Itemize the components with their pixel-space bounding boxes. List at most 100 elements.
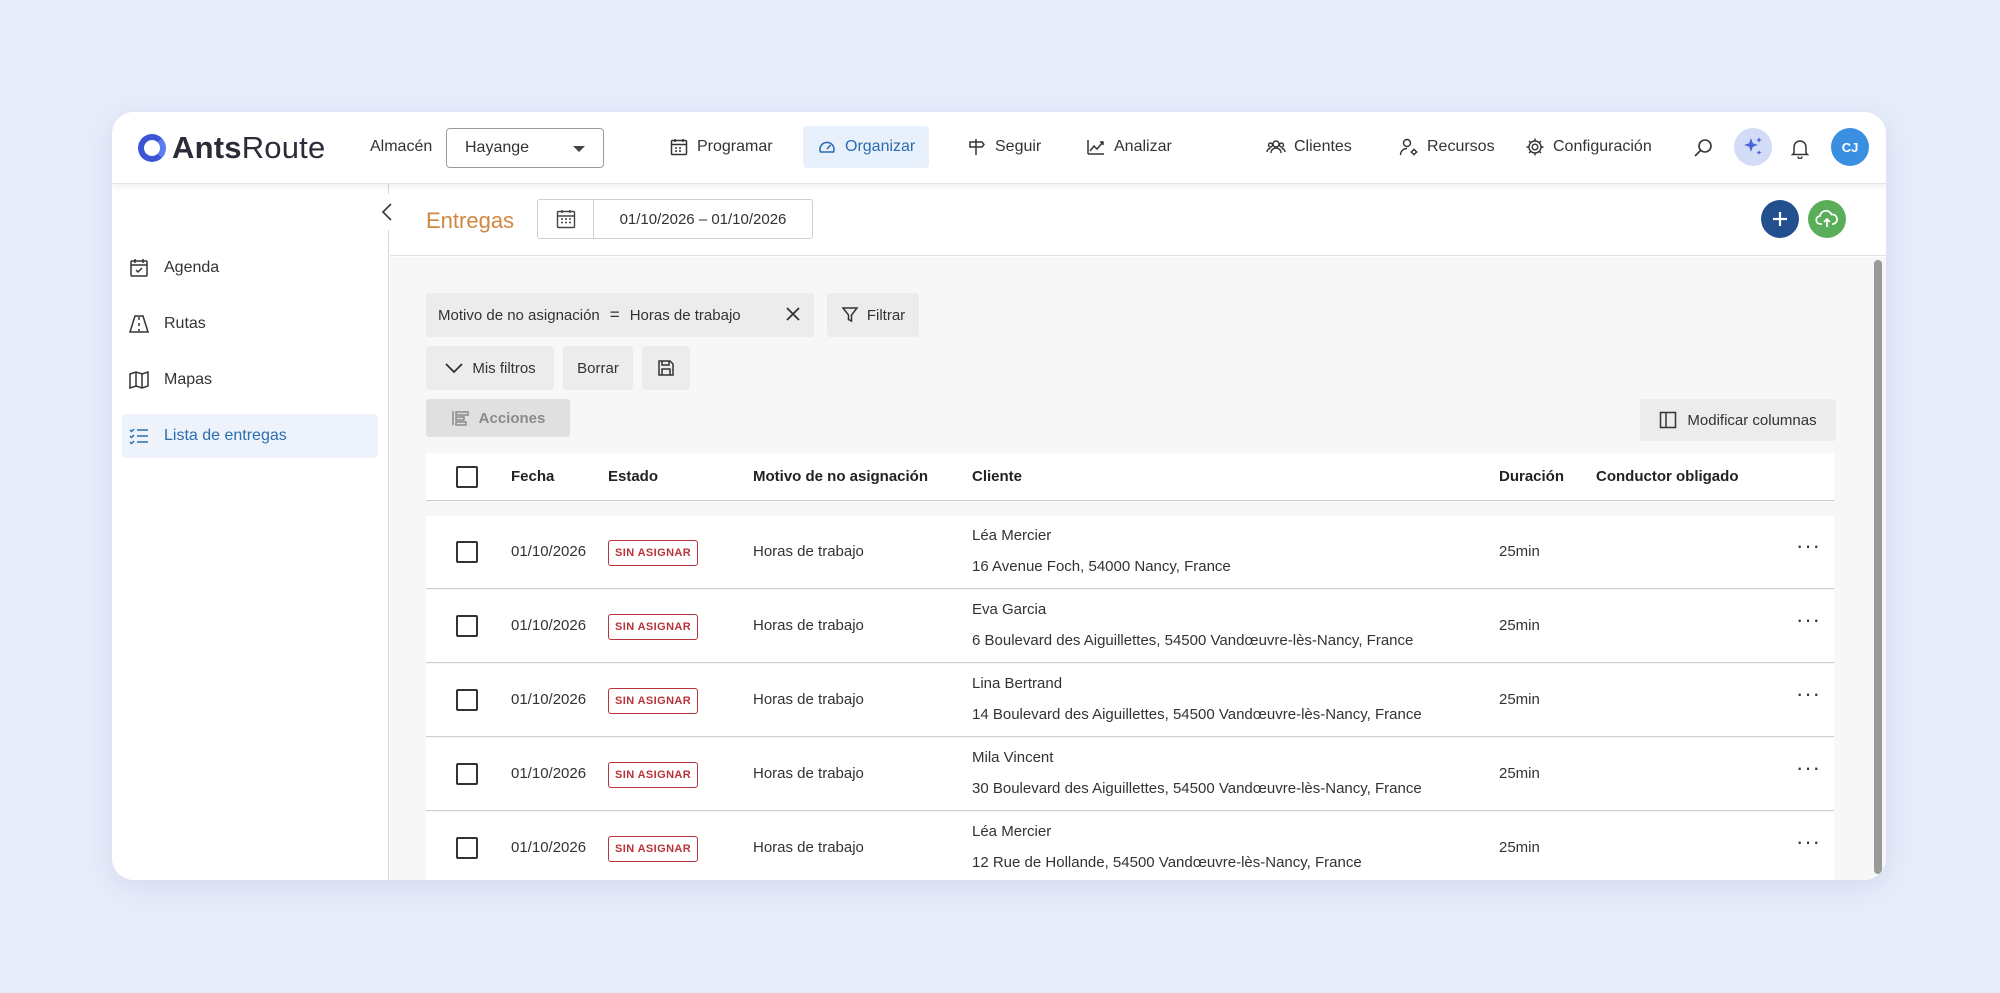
- row-client: Léa Mercier: [972, 527, 1052, 544]
- warehouse-select[interactable]: Hayange: [446, 128, 604, 168]
- nav-label: Organizar: [845, 138, 916, 155]
- more-options-icon[interactable]: ···: [1796, 535, 1821, 557]
- more-options-icon[interactable]: ···: [1796, 757, 1821, 779]
- nav-recursos[interactable]: Recursos: [1385, 126, 1509, 168]
- route-icon: [128, 315, 150, 333]
- row-checkbox[interactable]: [456, 615, 478, 637]
- nav-label: Recursos: [1427, 138, 1495, 155]
- add-button[interactable]: [1761, 200, 1799, 238]
- table-row[interactable]: 01/10/2026 SIN ASIGNAR Horas de trabajo …: [426, 812, 1834, 880]
- gear-icon: [1526, 138, 1544, 156]
- table-row[interactable]: 01/10/2026 SIN ASIGNAR Horas de trabajo …: [426, 738, 1834, 811]
- row-date: 01/10/2026: [511, 765, 587, 782]
- save-icon: [658, 360, 674, 376]
- status-badge: SIN ASIGNAR: [608, 688, 699, 714]
- table-row[interactable]: 01/10/2026 SIN ASIGNAR Horas de trabajo …: [426, 590, 1834, 663]
- more-options-icon[interactable]: ···: [1796, 609, 1821, 631]
- more-options-icon[interactable]: ···: [1796, 683, 1821, 705]
- sidebar-item-label: Lista de entregas: [164, 427, 287, 444]
- row-reason: Horas de trabajo: [753, 617, 864, 634]
- warehouse-label: Almacén: [370, 138, 433, 155]
- calendar-icon: [670, 139, 688, 156]
- upload-button[interactable]: [1808, 200, 1846, 238]
- remove-filter-button[interactable]: [784, 305, 802, 327]
- column-header-motivo[interactable]: Motivo de no asignación: [753, 468, 928, 485]
- sidebar-item-rutas[interactable]: Rutas: [122, 302, 378, 346]
- status-badge: SIN ASIGNAR: [608, 540, 699, 566]
- more-options-icon[interactable]: ···: [1796, 831, 1821, 853]
- nav-programar[interactable]: Programar: [655, 126, 787, 168]
- filter-icon: [841, 307, 859, 323]
- row-checkbox[interactable]: [456, 541, 478, 563]
- row-checkbox[interactable]: [456, 689, 478, 711]
- notifications-button[interactable]: [1784, 132, 1816, 164]
- table-row[interactable]: 01/10/2026 SIN ASIGNAR Horas de trabajo …: [426, 516, 1834, 589]
- calendar-button[interactable]: [538, 200, 594, 238]
- search-button[interactable]: [1688, 132, 1720, 164]
- row-address: 12 Rue de Hollande, 54500 Vandœuvre-lès-…: [972, 854, 1362, 871]
- modify-columns-button[interactable]: Modificar columnas: [1640, 399, 1836, 441]
- cloud-upload-icon: [1815, 209, 1838, 227]
- row-address: 16 Avenue Foch, 54000 Nancy, France: [972, 558, 1231, 575]
- row-date: 01/10/2026: [511, 691, 587, 708]
- avatar[interactable]: CJ: [1831, 128, 1869, 166]
- my-filters-button[interactable]: Mis filtros: [426, 346, 554, 390]
- main-content: Motivo de no asignación = Horas de traba…: [390, 257, 1886, 880]
- save-filter-button[interactable]: [642, 346, 690, 390]
- warehouse-value: Hayange: [465, 139, 530, 156]
- row-client: Eva Garcia: [972, 601, 1047, 618]
- nav-analizar[interactable]: Analizar: [1072, 126, 1186, 168]
- sidebar-item-lista-de-entregas[interactable]: Lista de entregas: [122, 414, 378, 458]
- scrollbar-thumb[interactable]: [1874, 260, 1882, 874]
- clear-filters-button[interactable]: Borrar: [563, 346, 633, 390]
- row-checkbox[interactable]: [456, 763, 478, 785]
- status-badge: SIN ASIGNAR: [608, 762, 699, 788]
- column-header-conductor[interactable]: Conductor obligado: [1596, 468, 1738, 485]
- brand-bold: Ants: [172, 130, 242, 165]
- ai-assistant-button[interactable]: [1734, 128, 1772, 166]
- select-all-checkbox[interactable]: [456, 466, 478, 488]
- column-header-duracion[interactable]: Duración: [1499, 468, 1564, 485]
- nav-organizar[interactable]: Organizar: [803, 126, 930, 168]
- date-range-picker[interactable]: 01/10/2026 – 01/10/2026: [537, 199, 813, 239]
- actions-button[interactable]: Acciones: [426, 399, 570, 437]
- nav-clientes[interactable]: Clientes: [1252, 126, 1366, 168]
- sidebar-item-mapas[interactable]: Mapas: [122, 358, 378, 402]
- row-reason: Horas de trabajo: [753, 691, 864, 708]
- filter-field: Motivo de no asignación: [438, 306, 600, 324]
- row-reason: Horas de trabajo: [753, 839, 864, 856]
- vertical-scrollbar[interactable]: [1874, 260, 1882, 874]
- column-header-cliente[interactable]: Cliente: [972, 468, 1022, 485]
- calendar-check-icon: [130, 259, 148, 277]
- nav-label: Configuración: [1553, 138, 1652, 155]
- people-icon: [1266, 140, 1286, 154]
- nav-label: Clientes: [1294, 138, 1352, 155]
- chevron-down-icon: [573, 146, 585, 152]
- nav-seguir[interactable]: Seguir: [953, 126, 1055, 168]
- nav-label: Programar: [697, 138, 773, 155]
- nav-label: Analizar: [1114, 138, 1172, 155]
- row-duration: 25min: [1499, 839, 1540, 856]
- row-duration: 25min: [1499, 617, 1540, 634]
- sidebar-item-agenda[interactable]: Agenda: [122, 246, 378, 290]
- signpost-icon: [969, 139, 985, 155]
- user-gear-icon: [1399, 138, 1418, 156]
- row-address: 6 Boulevard des Aiguillettes, 54500 Vand…: [972, 632, 1414, 649]
- row-checkbox[interactable]: [456, 837, 478, 859]
- my-filters-label: Mis filtros: [472, 359, 536, 377]
- nav-configuracion[interactable]: Configuración: [1511, 126, 1666, 168]
- sidebar: Agenda Rutas Mapas Lista de entregas: [112, 184, 389, 880]
- logo[interactable]: AntsRoute: [138, 130, 325, 166]
- column-header-fecha[interactable]: Fecha: [511, 468, 554, 485]
- column-header-estado[interactable]: Estado: [608, 468, 658, 485]
- page-title: Entregas: [426, 208, 515, 233]
- row-date: 01/10/2026: [511, 839, 587, 856]
- row-date: 01/10/2026: [511, 617, 587, 634]
- plus-icon: [1773, 212, 1787, 226]
- collapse-sidebar-button[interactable]: [370, 194, 406, 230]
- sidebar-item-label: Agenda: [164, 259, 220, 276]
- active-filter-chip[interactable]: Motivo de no asignación = Horas de traba…: [426, 293, 814, 337]
- filter-button[interactable]: Filtrar: [827, 293, 919, 337]
- filter-button-label: Filtrar: [866, 306, 906, 324]
- table-row[interactable]: 01/10/2026 SIN ASIGNAR Horas de trabajo …: [426, 664, 1834, 737]
